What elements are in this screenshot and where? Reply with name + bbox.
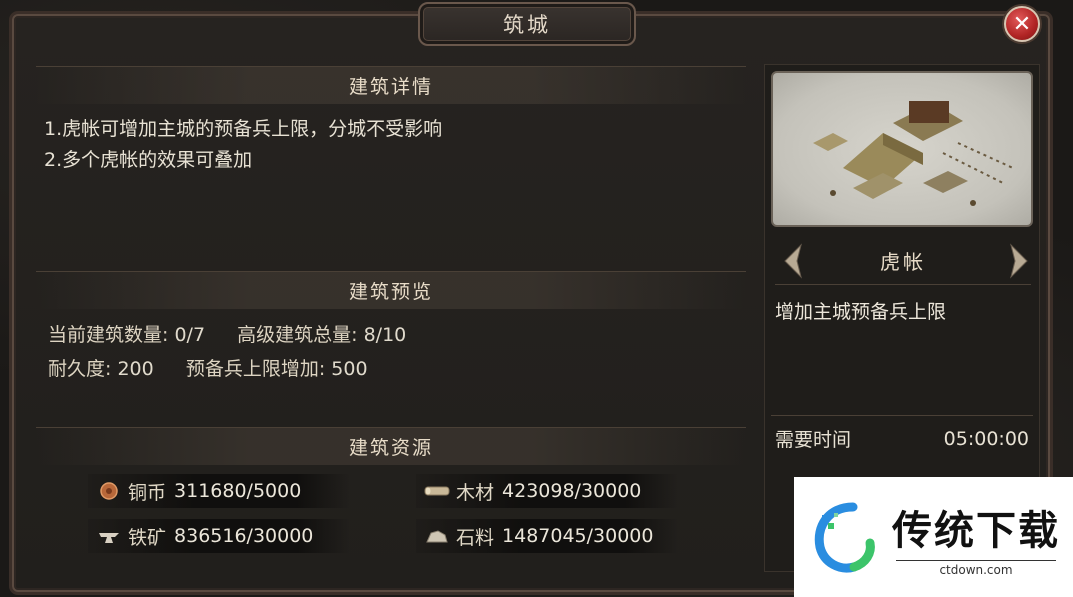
resource-value: 311680/5000: [174, 480, 302, 502]
resources-heading-label: 建筑资源: [348, 437, 433, 459]
resource-name: 铁矿: [128, 526, 167, 549]
watermark-brand: 传统下载: [892, 507, 1060, 554]
details-line-2: 2.多个虎帐的效果可叠加: [44, 149, 253, 171]
watermark-url: ctdown.com: [939, 562, 1013, 577]
details-heading-label: 建筑详情: [348, 76, 433, 98]
advanced-total-value: 8/10: [363, 324, 407, 346]
preview-stats-row-2: 耐久度: 200 预备兵上限增加: 500: [48, 354, 368, 381]
resource-name: 铜币: [128, 481, 167, 504]
current-count-label: 当前建筑数量:: [48, 324, 169, 346]
details-heading: 建筑详情: [36, 66, 746, 104]
preview-heading-label: 建筑预览: [348, 281, 433, 303]
advanced-total-label: 高级建筑总量:: [237, 324, 358, 346]
watermark-overlay: 传统下载 ctdown.com: [794, 477, 1073, 597]
build-time-row: 需要时间 05:00:00: [771, 415, 1033, 461]
preview-heading: 建筑预览: [36, 271, 746, 309]
tiger-camp-illustration: [813, 101, 1014, 206]
resource-wood: 木材 423098/30000: [416, 474, 678, 508]
durability-label: 耐久度:: [48, 358, 112, 380]
durability-value: 200: [117, 358, 154, 380]
close-icon: ✕: [1012, 11, 1032, 37]
resource-iron: 铁矿 836516/30000: [88, 519, 350, 553]
build-time-value: 05:00:00: [943, 427, 1029, 450]
copper-coin-icon: [96, 481, 122, 501]
watermark-logo-icon: [814, 502, 875, 573]
resource-value: 836516/30000: [174, 525, 314, 547]
dialog-title: 筑城: [503, 13, 551, 37]
resource-name: 木材: [456, 481, 495, 504]
build-time-label: 需要时间: [775, 429, 852, 451]
prev-building-button[interactable]: [781, 243, 805, 279]
resource-name: 石料: [456, 526, 495, 549]
preview-stats-row-1: 当前建筑数量: 0/7 高级建筑总量: 8/10: [48, 320, 406, 347]
resource-value: 1487045/30000: [502, 525, 654, 547]
chevron-left-icon: [784, 243, 802, 279]
details-line-1: 1.虎帐可增加主城的预备兵上限，分城不受影响: [44, 118, 443, 140]
reserve-value: 500: [331, 358, 368, 380]
building-nav: 虎帐: [775, 237, 1031, 285]
stone-icon: [424, 526, 450, 546]
building-name: 虎帐: [880, 250, 926, 274]
building-info-panel: 建筑详情 1.虎帐可增加主城的预备兵上限，分城不受影响 2.多个虎帐的效果可叠加…: [36, 64, 746, 576]
wood-icon: [424, 481, 450, 501]
resource-value: 423098/30000: [502, 480, 642, 502]
iron-ore-icon: [96, 526, 122, 546]
reserve-label: 预备兵上限增加:: [185, 358, 326, 380]
chevron-right-icon: [1010, 243, 1028, 279]
next-building-button[interactable]: [1007, 243, 1031, 279]
building-effect: 增加主城预备兵上限: [775, 301, 947, 323]
building-preview-image: [771, 71, 1033, 227]
resource-copper: 铜币 311680/5000: [88, 474, 350, 508]
dialog-title-tab: 筑城: [418, 2, 636, 46]
current-count-value: 0/7: [174, 324, 206, 346]
resource-stone: 石料 1487045/30000: [416, 519, 678, 553]
close-button[interactable]: ✕: [1004, 6, 1040, 42]
watermark-divider: [896, 559, 1056, 561]
resources-heading: 建筑资源: [36, 427, 746, 465]
